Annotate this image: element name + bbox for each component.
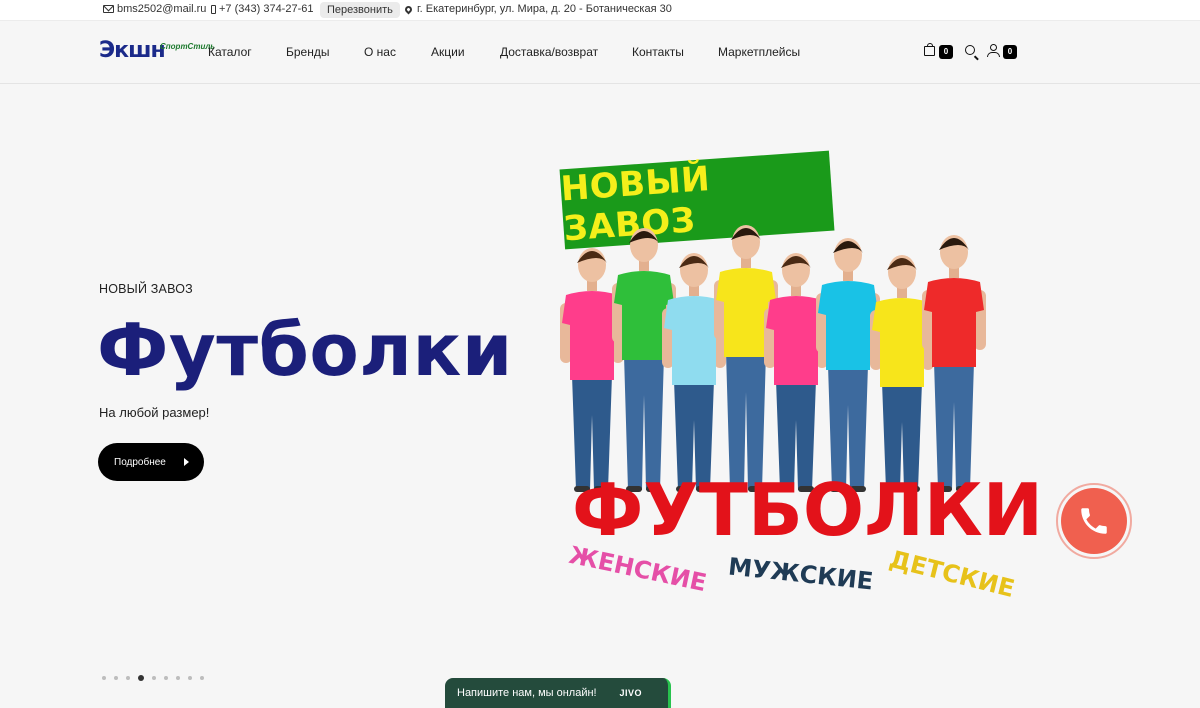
more-button[interactable]: Подробнее bbox=[98, 443, 204, 481]
envelope-icon bbox=[103, 5, 114, 13]
nav-item-brands[interactable]: Бренды bbox=[286, 45, 364, 59]
chat-widget[interactable]: Напишите нам, мы онлайн! JIVO bbox=[445, 678, 671, 708]
slider-dot[interactable] bbox=[114, 676, 118, 680]
nav-item-promotions[interactable]: Акции bbox=[431, 45, 500, 59]
search-icon[interactable] bbox=[965, 45, 975, 55]
cart-icon[interactable] bbox=[924, 43, 935, 56]
hero-eyebrow: НОВЫЙ ЗАВОЗ bbox=[99, 282, 193, 296]
top-bar: bms2502@mail.ru +7 (343) 374-27-61 Перез… bbox=[0, 0, 1200, 21]
call-button[interactable] bbox=[1061, 488, 1127, 554]
logo-sub-text: СпортСтиль bbox=[160, 42, 216, 51]
main-nav: Каталог Бренды О нас Акции Доставка/возв… bbox=[208, 45, 800, 59]
slider-dots bbox=[102, 675, 204, 681]
nav-item-catalog[interactable]: Каталог bbox=[208, 45, 286, 59]
address: г. Екатеринбург, ул. Мира, д. 20 - Ботан… bbox=[403, 3, 672, 15]
logo-main-text: Экшн bbox=[99, 38, 166, 63]
slider-dot[interactable] bbox=[188, 676, 192, 680]
email-contact[interactable]: bms2502@mail.ru bbox=[103, 3, 206, 15]
nav-item-marketplaces[interactable]: Маркетплейсы bbox=[718, 45, 800, 59]
promo-banner: НОВЫЙ ЗАВОЗ ФУТБОЛКИ ЖЕНСКИЕ МУЖСКИЕ ДЕТ… bbox=[540, 150, 1043, 620]
slider-dot[interactable] bbox=[164, 676, 168, 680]
arrow-right-icon bbox=[184, 458, 189, 466]
chat-label: Напишите нам, мы онлайн! bbox=[457, 687, 597, 699]
account-icon[interactable] bbox=[987, 44, 1000, 57]
nav-item-contacts[interactable]: Контакты bbox=[632, 45, 718, 59]
map-pin-icon bbox=[403, 4, 414, 14]
hero-title: Футболки bbox=[97, 308, 513, 392]
slider-dot[interactable] bbox=[102, 676, 106, 680]
slider-dot[interactable] bbox=[126, 676, 130, 680]
nav-item-delivery[interactable]: Доставка/возврат bbox=[500, 45, 632, 59]
nav-item-about[interactable]: О нас bbox=[364, 45, 431, 59]
callback-button[interactable]: Перезвонить bbox=[320, 2, 400, 18]
phone-contact[interactable]: +7 (343) 374-27-61 bbox=[211, 3, 313, 15]
phone-text[interactable]: +7 (343) 374-27-61 bbox=[219, 3, 313, 15]
slider-dot[interactable] bbox=[200, 676, 204, 680]
address-text: г. Екатеринбург, ул. Мира, д. 20 - Ботан… bbox=[417, 3, 672, 15]
phone-handset-icon bbox=[1081, 508, 1107, 534]
slider-dot[interactable] bbox=[152, 676, 156, 680]
logo[interactable]: Экшн СпортСтиль bbox=[99, 38, 215, 68]
account-count-badge: 0 bbox=[1003, 45, 1017, 59]
banner-big-word: ФУТБОЛКИ bbox=[572, 468, 1044, 552]
site-header: Экшн СпортСтиль Каталог Бренды О нас Акц… bbox=[0, 21, 1200, 84]
email-text[interactable]: bms2502@mail.ru bbox=[117, 3, 206, 15]
phone-icon bbox=[211, 4, 216, 14]
more-button-label: Подробнее bbox=[114, 456, 166, 468]
slider-dot[interactable] bbox=[176, 676, 180, 680]
cart-count-badge: 0 bbox=[939, 45, 953, 59]
hero-subtitle: На любой размер! bbox=[99, 405, 210, 420]
slider-dot[interactable] bbox=[138, 675, 144, 681]
chat-brand: JIVO bbox=[619, 688, 642, 698]
